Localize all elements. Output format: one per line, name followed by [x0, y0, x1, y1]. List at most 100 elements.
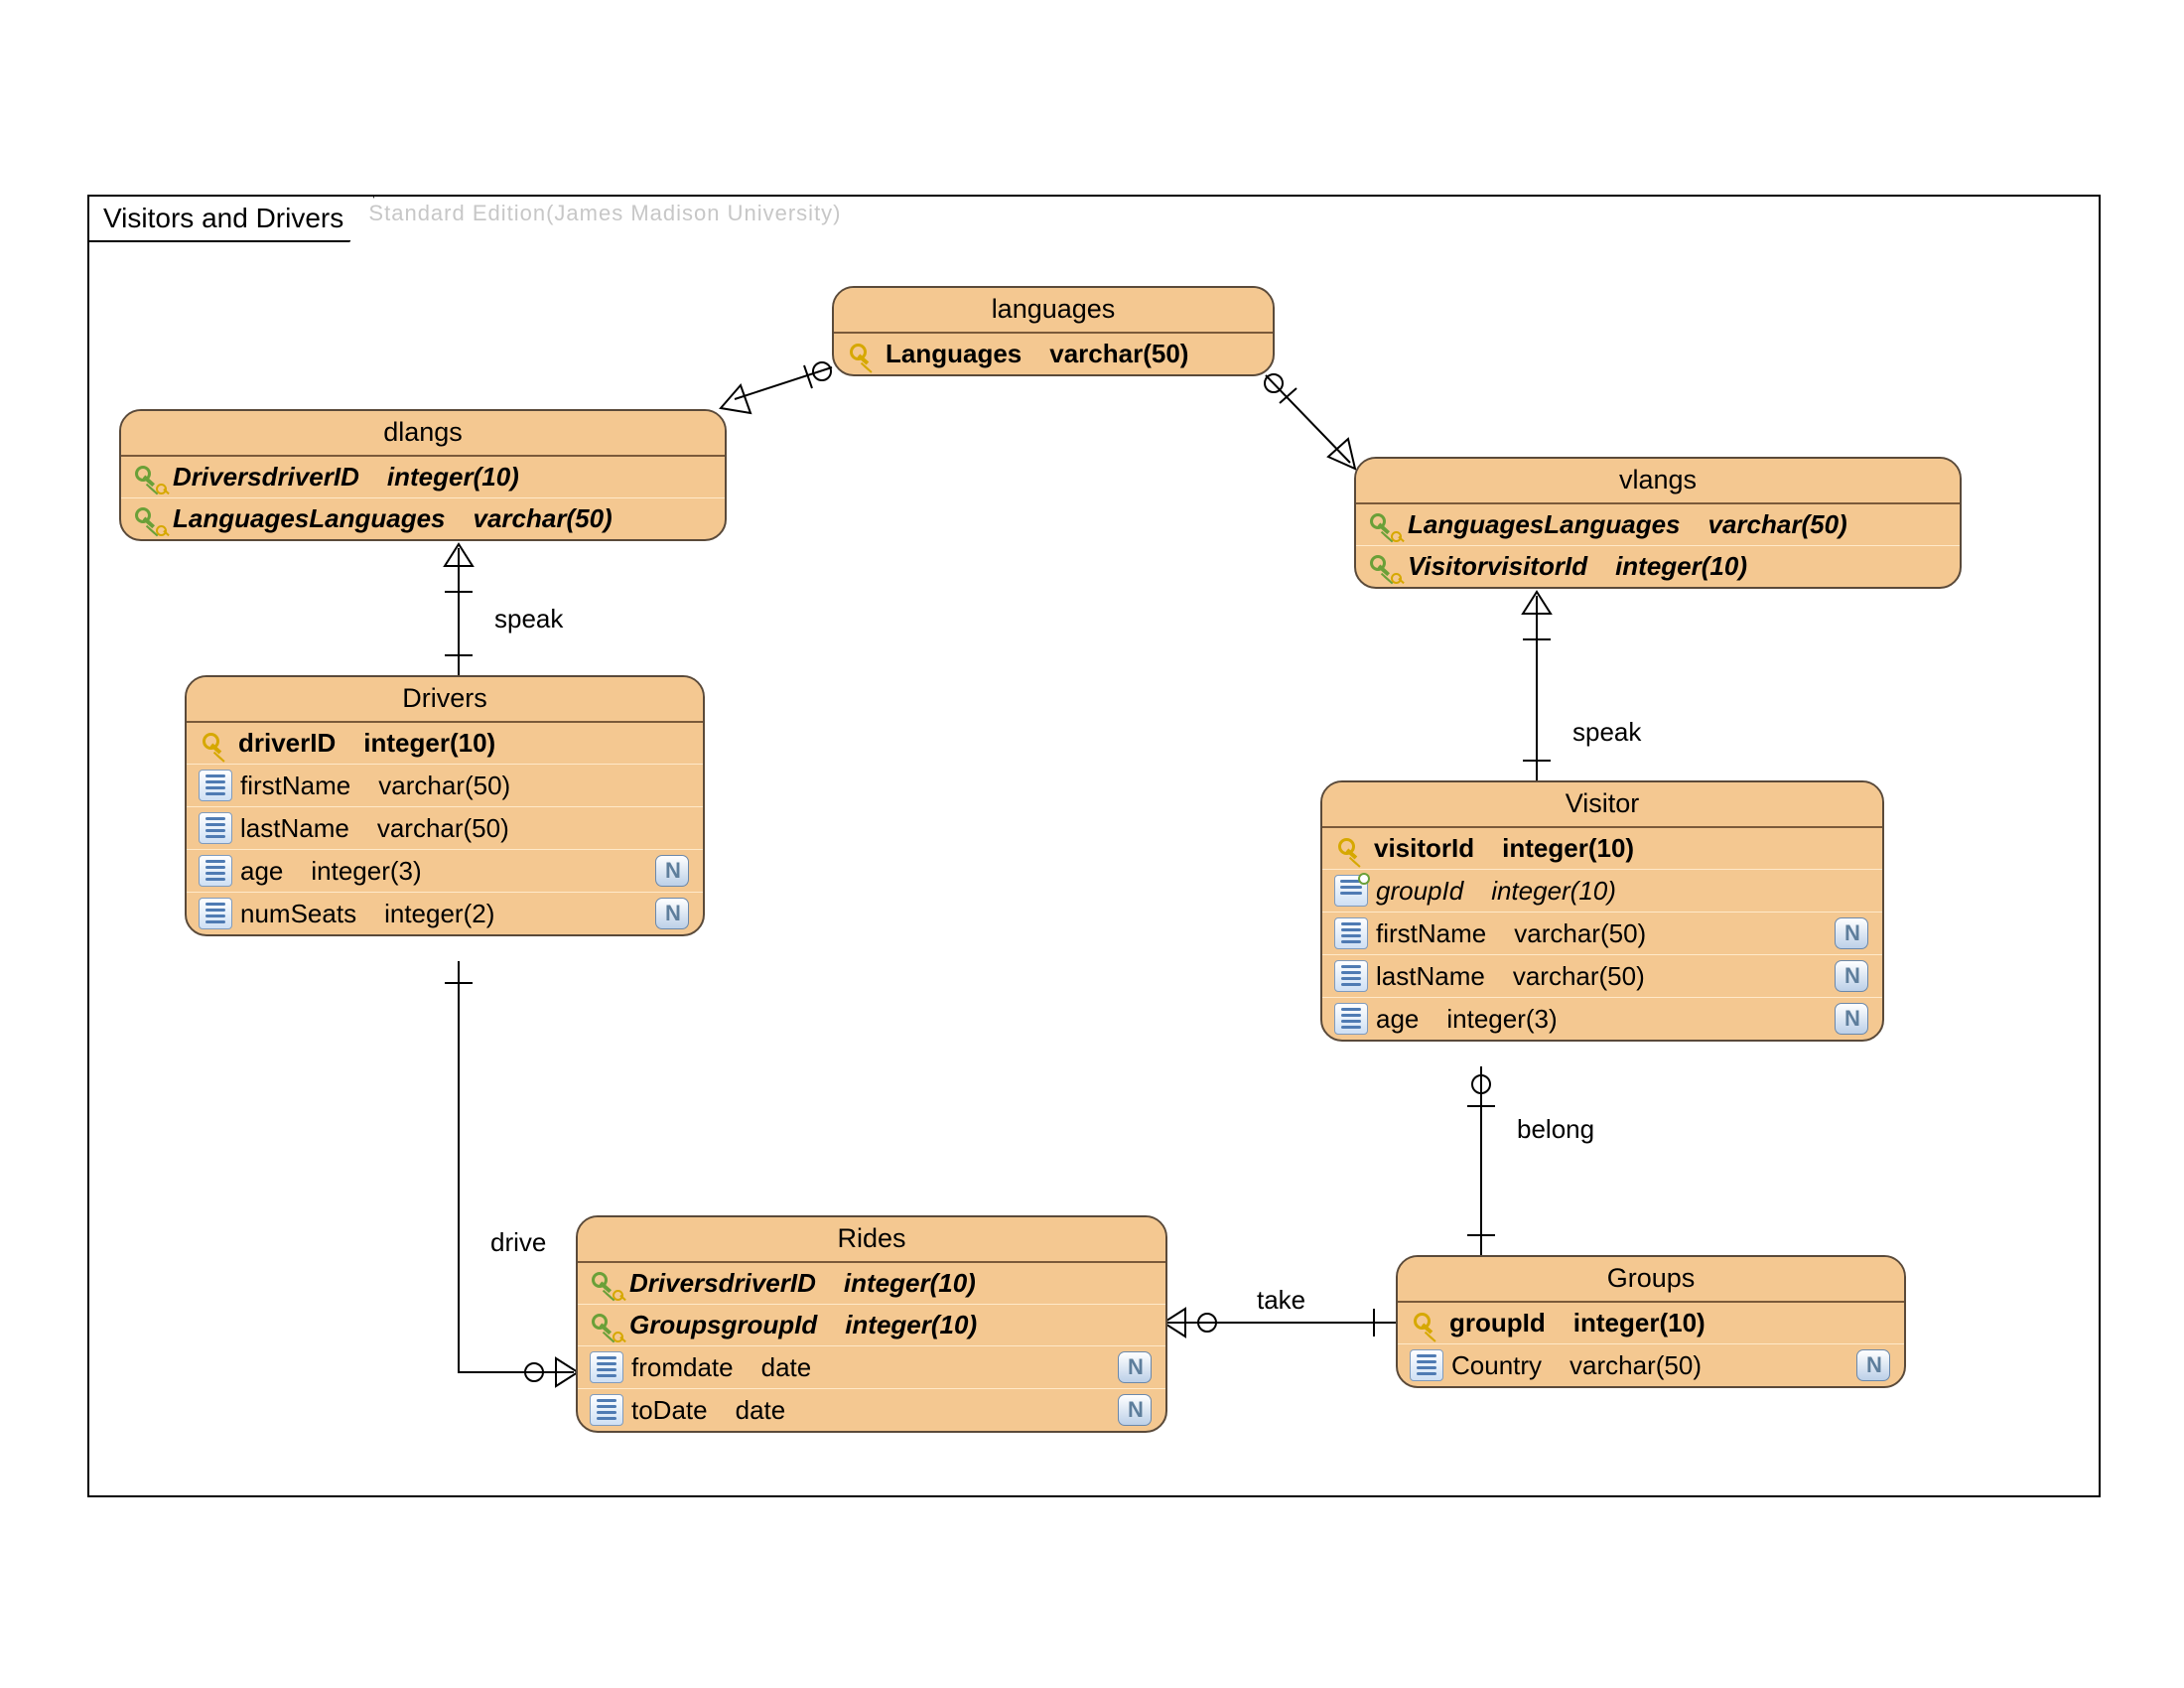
- primary-key-icon: [1410, 1309, 1441, 1338]
- column-row: VisitorvisitorIdinteger(10): [1356, 546, 1960, 587]
- column-row: LanguagesLanguagesvarchar(50): [121, 498, 725, 539]
- nullable-badge: N: [655, 855, 689, 887]
- column-type: varchar(50): [378, 771, 510, 801]
- column-row: fromdate date N: [578, 1346, 1165, 1389]
- column-icon: [1334, 917, 1368, 949]
- column-name: visitorId: [1374, 833, 1474, 864]
- column-type: integer(10): [363, 728, 495, 759]
- column-name: GroupsgroupId: [629, 1310, 817, 1340]
- entity-dlangs[interactable]: dlangs DriversdriverID integer(10) Languag…: [119, 409, 727, 541]
- column-row: Languages varchar(50): [834, 334, 1273, 374]
- column-row: age integer(3) N: [187, 850, 703, 893]
- column-type: integer(10): [1615, 551, 1747, 582]
- entity-rows: LanguagesLanguagesvarchar(50)Visitorvisi…: [1356, 504, 1960, 587]
- column-icon: [199, 812, 232, 844]
- column-type: varchar(50): [1049, 339, 1188, 369]
- column-type: integer(10): [844, 1268, 976, 1299]
- column-icon: [590, 1351, 623, 1383]
- column-name: numSeats: [240, 899, 356, 929]
- column-row: firstNamevarchar(50)N: [1322, 913, 1882, 955]
- nullable-badge: N: [1118, 1394, 1152, 1426]
- column-row: groupIdinteger(10): [1322, 870, 1882, 913]
- column-type: integer(3): [1446, 1004, 1557, 1035]
- column-row: firstName varchar(50): [187, 765, 703, 807]
- foreign-key-icon: [133, 463, 165, 492]
- column-name: DriversdriverID: [173, 462, 359, 492]
- diagram-page: Visual Paradigm for UML Standard Edition…: [0, 0, 2184, 1688]
- entity-title: Drivers: [187, 677, 703, 723]
- entity-drivers[interactable]: Drivers driverID integer(10) firstName varc…: [185, 675, 705, 936]
- label-speak: speak: [1572, 717, 1641, 748]
- primary-key-icon: [199, 729, 230, 759]
- column-name: driverID: [238, 728, 336, 759]
- nullable-badge: N: [1856, 1349, 1890, 1381]
- primary-key-icon: [846, 340, 878, 369]
- column-icon: [1410, 1349, 1443, 1381]
- entity-vlangs[interactable]: vlangs LanguagesLanguagesvarchar(50)Visi…: [1354, 457, 1962, 589]
- column-type: integer(3): [311, 856, 421, 887]
- column-row: driverID integer(10): [187, 723, 703, 765]
- column-row: numSeats integer(2) N: [187, 893, 703, 934]
- column-row: age integer(3) N: [1322, 998, 1882, 1040]
- column-type: integer(10): [387, 462, 519, 492]
- entity-rows: visitorIdinteger(10)groupIdinteger(10)fi…: [1322, 828, 1882, 1040]
- nullable-badge: N: [1835, 1003, 1868, 1035]
- column-type: integer(10): [1573, 1308, 1706, 1338]
- entity-title: dlangs: [121, 411, 725, 457]
- column-type: integer(2): [384, 899, 494, 929]
- column-icon: [590, 1394, 623, 1426]
- foreign-key-icon: [1368, 552, 1400, 582]
- column-type: integer(10): [1502, 833, 1634, 864]
- entity-groups[interactable]: Groups groupIdinteger(10)Countryvarchar(…: [1396, 1255, 1906, 1388]
- column-name: LanguagesLanguages: [173, 503, 446, 534]
- entity-title: Groups: [1398, 1257, 1904, 1303]
- column-type: varchar(50): [1708, 509, 1847, 540]
- foreign-key-icon: [590, 1311, 621, 1340]
- primary-key-icon: [1334, 834, 1366, 864]
- column-row: lastName varchar(50): [187, 807, 703, 850]
- column-type: varchar(50): [1513, 961, 1645, 992]
- column-row: groupIdinteger(10): [1398, 1303, 1904, 1344]
- column-row: visitorId integer(10): [1322, 828, 1882, 870]
- column-name: age: [240, 856, 283, 887]
- column-name: DriversdriverID: [629, 1268, 816, 1299]
- package-title: Visitors and Drivers: [87, 195, 375, 242]
- column-icon: [1334, 1003, 1368, 1035]
- column-row: DriversdriverID integer(10): [578, 1263, 1165, 1305]
- foreign-column-icon: [1334, 875, 1368, 907]
- column-row: Countryvarchar(50)N: [1398, 1344, 1904, 1386]
- nullable-badge: N: [655, 898, 689, 929]
- column-name: toDate: [631, 1395, 708, 1426]
- label-belong: belong: [1517, 1114, 1594, 1145]
- entity-title: languages: [834, 288, 1273, 334]
- entity-rows: groupIdinteger(10)Countryvarchar(50)N: [1398, 1303, 1904, 1386]
- entity-rides[interactable]: Rides DriversdriverIDinteger(10)Groupsgr…: [576, 1215, 1167, 1433]
- column-name: Country: [1451, 1350, 1542, 1381]
- column-name: age: [1376, 1004, 1419, 1035]
- column-name: lastName: [240, 813, 349, 844]
- column-icon: [199, 770, 232, 801]
- column-row: GroupsgroupId integer(10): [578, 1305, 1165, 1346]
- entity-rows: Languages varchar(50): [834, 334, 1273, 374]
- entity-visitor[interactable]: Visitor visitorIdinteger(10)groupIdinteg…: [1320, 780, 1884, 1042]
- column-type: date: [761, 1352, 812, 1383]
- column-name: firstName: [240, 771, 350, 801]
- entity-languages[interactable]: languages Languages varchar(50): [832, 286, 1275, 376]
- column-row: toDatedateN: [578, 1389, 1165, 1431]
- foreign-key-icon: [1368, 510, 1400, 540]
- nullable-badge: N: [1835, 917, 1868, 949]
- column-name: lastName: [1376, 961, 1485, 992]
- column-name: fromdate: [631, 1352, 734, 1383]
- entity-title: Visitor: [1322, 782, 1882, 828]
- column-row: LanguagesLanguagesvarchar(50): [1356, 504, 1960, 546]
- entity-rows: DriversdriverID integer(10) GroupsgroupId i…: [578, 1263, 1165, 1431]
- column-name: firstName: [1376, 918, 1486, 949]
- column-type: integer(10): [845, 1310, 977, 1340]
- column-row: lastNamevarchar(50)N: [1322, 955, 1882, 998]
- column-type: integer(10): [1491, 876, 1616, 907]
- nullable-badge: N: [1118, 1351, 1152, 1383]
- column-name: Languages: [886, 339, 1022, 369]
- label-speak: speak: [494, 604, 563, 634]
- column-type: varchar(50): [377, 813, 509, 844]
- column-icon: [199, 898, 232, 929]
